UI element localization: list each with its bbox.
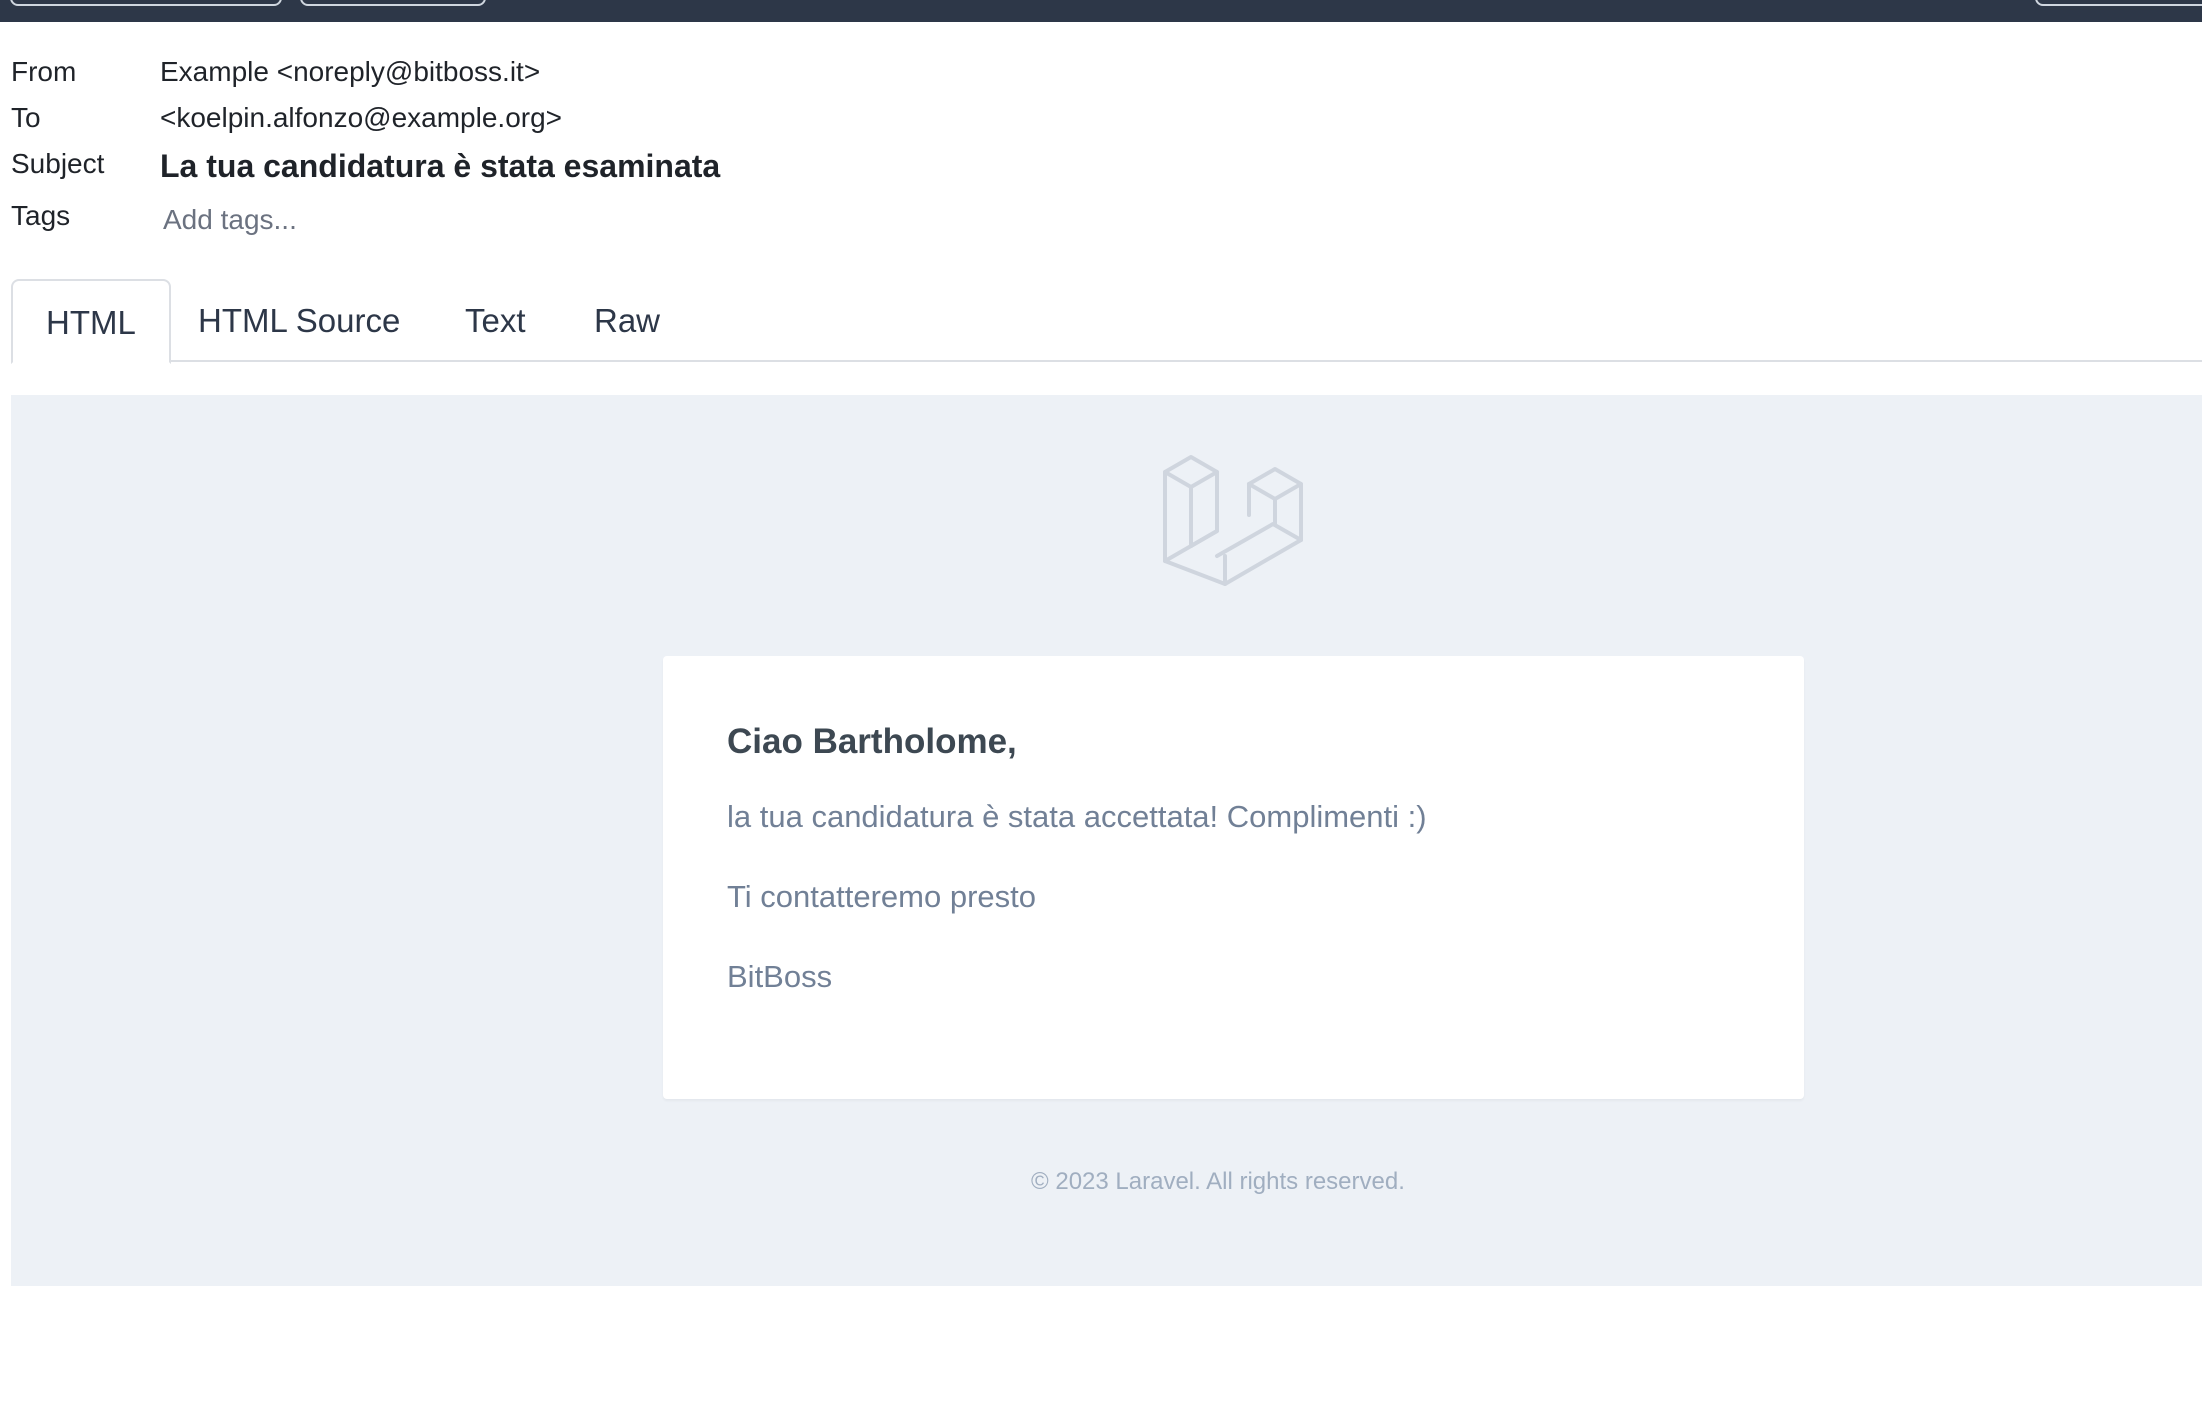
- tab-raw[interactable]: Raw: [561, 279, 693, 362]
- message-paragraph: la tua candidatura è stata accettata! Co…: [727, 799, 1427, 834]
- from-label: From: [11, 56, 77, 87]
- view-tabs: HTML HTML Source Text Raw: [11, 279, 2202, 364]
- email-content-card: Ciao Bartholome, la tua candidatura è st…: [663, 656, 1804, 1099]
- tab-html[interactable]: HTML: [11, 279, 171, 364]
- tab-html-source[interactable]: HTML Source: [165, 279, 433, 362]
- toolbar-button-left-1[interactable]: [10, 0, 282, 6]
- top-toolbar: [0, 0, 2202, 22]
- from-value: Example <noreply@bitboss.it>: [160, 56, 541, 87]
- subject-label: Subject: [11, 148, 105, 179]
- email-footer: © 2023 Laravel. All rights reserved.: [1031, 1168, 1405, 1195]
- tags-input[interactable]: [163, 200, 683, 240]
- tags-label: Tags: [11, 200, 71, 231]
- to-label: To: [11, 102, 41, 133]
- message-paragraph: Ti contatteremo presto: [727, 879, 1036, 914]
- toolbar-button-left-2[interactable]: [300, 0, 486, 6]
- toolbar-button-right[interactable]: [2035, 0, 2202, 6]
- signature: BitBoss: [727, 959, 833, 994]
- greeting-heading: Ciao Bartholome,: [727, 722, 1017, 761]
- subject-value: La tua candidatura è stata esaminata: [160, 148, 721, 184]
- laravel-logo-icon: [1163, 455, 1303, 586]
- tab-text[interactable]: Text: [432, 279, 559, 362]
- to-value: <koelpin.alfonzo@example.org>: [160, 102, 563, 133]
